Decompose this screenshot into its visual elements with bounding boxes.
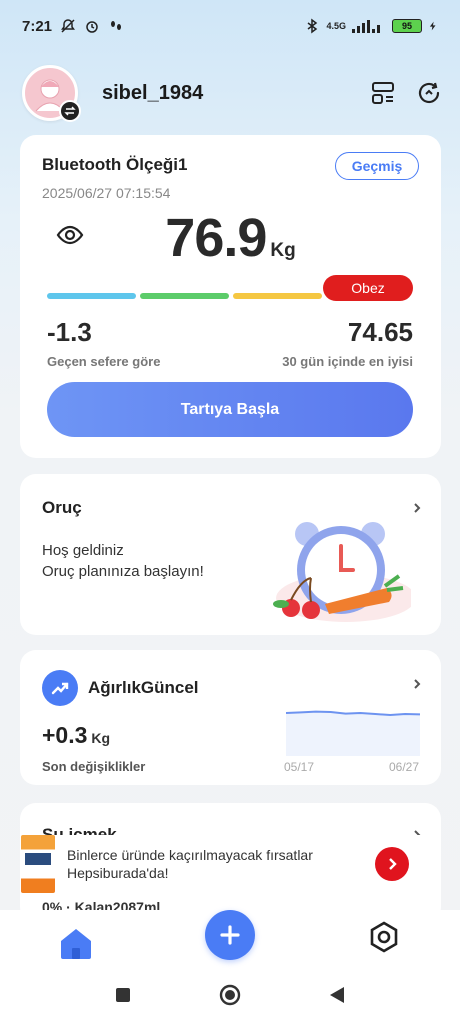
weight-value: 76.9 (165, 208, 267, 268)
start-weighing-button[interactable]: Tartıya Başla (47, 382, 413, 437)
chevron-right-icon (389, 858, 397, 870)
weight-update-card[interactable]: AğırlıkGüncel +0.3 Kg Son değişiklikler 0… (20, 650, 441, 785)
ad-thumbnail (21, 835, 55, 893)
bmi-bar-overweight (233, 293, 322, 299)
best-stat: 74.65 30 gün içinde en iyisi (282, 317, 413, 369)
weight-change-value: +0.3 (42, 722, 88, 748)
weight-unit: Kg (270, 240, 296, 261)
sync-icon[interactable] (416, 80, 442, 106)
device-manage-icon[interactable] (370, 80, 396, 106)
trend-area (286, 711, 420, 756)
bmi-status-badge: Obez (323, 275, 413, 301)
add-button[interactable] (205, 910, 255, 960)
system-nav (0, 975, 460, 1015)
ad-banner[interactable]: Binlerce üründe kaçırılmayacak fırsatlar… (21, 835, 421, 893)
best-label: 30 gün içinde en iyisi (282, 354, 413, 369)
battery-indicator: 95 (392, 19, 422, 33)
bmi-bar-underweight (47, 293, 136, 299)
status-time: 7:21 (22, 17, 53, 35)
network-label: 4.5G (326, 21, 346, 31)
trend-date-start: 05/17 (284, 760, 315, 774)
clock-illustration-icon (273, 522, 411, 622)
weight-trend-chart (286, 710, 420, 756)
ad-text: Binlerce üründe kaçırılmayacak fırsatlar… (67, 847, 313, 881)
settings-hex-icon[interactable] (367, 920, 401, 954)
plus-icon (220, 925, 240, 945)
weight-change-unit: Kg (91, 730, 111, 746)
recent-changes-label: Son değişiklikler (42, 759, 146, 774)
bmi-bar-normal (140, 293, 229, 299)
best-value: 74.65 (347, 317, 413, 347)
status-bar: 7:21 4.5G 95 (0, 0, 460, 52)
change-label: Geçen sefere göre (47, 354, 161, 369)
weight-update-title: AğırlıkGüncel (88, 678, 199, 697)
avatar[interactable] (22, 65, 81, 122)
signal-icon (352, 20, 380, 33)
measurement-datetime: 2025/06/27 07:15:54 (42, 185, 171, 201)
ad-open-button[interactable] (375, 847, 409, 881)
change-stat: -1.3 Geçen sefere göre (47, 317, 160, 369)
username[interactable]: sibel_1984 (102, 82, 203, 105)
profile-header: sibel_1984 (22, 62, 442, 124)
fasting-title: Oruç (42, 498, 82, 517)
home-icon[interactable] (58, 926, 94, 960)
bmi-scale (47, 293, 322, 299)
weight-display: 76.9 Kg (20, 207, 441, 269)
bluetooth-icon (308, 18, 318, 34)
back-icon[interactable] (329, 986, 345, 1004)
trend-up-icon (42, 670, 78, 706)
home-circle-icon[interactable] (219, 984, 241, 1006)
steps-icon (111, 21, 122, 30)
switch-user-icon[interactable] (59, 100, 81, 122)
history-button[interactable]: Geçmiş (335, 152, 419, 180)
scale-card: Bluetooth Ölçeği1 2025/06/27 07:15:54 Ge… (20, 135, 441, 458)
change-value: -1.3 (47, 317, 92, 347)
charging-icon (429, 21, 436, 31)
recents-icon[interactable] (115, 987, 131, 1003)
trend-date-end: 06/27 (388, 760, 419, 774)
chevron-right-icon[interactable] (411, 502, 423, 514)
mute-icon (61, 19, 76, 33)
alarm-icon (86, 21, 98, 33)
fasting-card[interactable]: Oruç Hoş geldiniz Oruç planınıza başlayı… (20, 474, 441, 635)
chevron-right-icon[interactable] (411, 678, 423, 690)
